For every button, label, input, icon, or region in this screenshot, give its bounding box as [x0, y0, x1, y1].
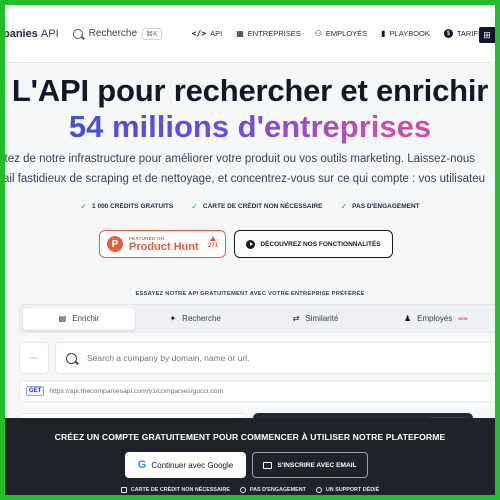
check-label: CARTE DE CRÉDIT NON NÉCESSAIRE [202, 203, 323, 210]
top-nav: panies API Recherche ⌘K </> API ▦ ENTREPRI… [5, 5, 495, 63]
swap-icon: ⇄ [292, 314, 300, 323]
company-logo-placeholder: LOGO [19, 342, 49, 374]
search-button[interactable]: Recherche ⌘K [72, 27, 162, 40]
product-hunt-badge[interactable]: P FEATURED ON Product Hunt 271 [99, 230, 226, 258]
nav-api[interactable]: </> API [192, 29, 223, 38]
code-icon: </> [191, 29, 207, 38]
signup-banner: CRÉEZ UN COMPTE GRATUITEMENT POUR COMMEN… [5, 418, 495, 495]
playground-tabs: ▤ Enrichir ✦ Recherche ⇄ Similarité ♟ Employ… [19, 304, 495, 333]
search-row: LOGO [19, 342, 495, 374]
check-item: ✓ PAS D'ENGAGEMENT [340, 202, 419, 211]
hero-description-line2: ail fastidieux de scraping et de nettoya… [5, 173, 485, 185]
nav-entreprises-label: ENTREPRISES [247, 29, 301, 38]
discover-features-button[interactable]: DÉCOUVREZ NOS FONCTIONNALITÉS [234, 230, 393, 258]
nav-tarifs[interactable]: $ TARIFS [443, 29, 483, 38]
tab-recherche[interactable]: ✦ Recherche [135, 308, 255, 330]
building-icon: ▦ [236, 29, 244, 38]
search-label: Recherche [88, 28, 138, 39]
check-label: 1 000 CRÉDITS GRATUITS [92, 203, 174, 210]
user-icon: ♟ [404, 314, 412, 323]
check-item: ✓ CARTE DE CRÉDIT NON NÉCESSAIRE [191, 202, 322, 211]
menu-icon: ⊞ [483, 29, 491, 40]
support-icon [315, 487, 322, 493]
nav-links: </> API ▦ ENTREPRISES ⚇ EMPLOYÉS ▮ PLAYBOOK … [192, 29, 483, 38]
nav-entreprises[interactable]: ▦ ENTREPRISES [236, 29, 301, 38]
check-icon: ✓ [80, 202, 88, 211]
google-signup-button[interactable]: G Continuer avec Google [125, 452, 246, 478]
banner-features: CARTE DE CRÉDIT NON NÉCESSAIRE PAS D'ENG… [5, 487, 495, 493]
logo-placeholder-text: LOGO [29, 356, 39, 360]
search-icon [72, 28, 83, 39]
tab-label: Recherche [182, 314, 221, 323]
hero-subtitle: 54 millions d'entreprises [5, 109, 495, 145]
nav-employes[interactable]: ⚇ EMPLOYÉS [315, 29, 367, 38]
logo-name: panies [5, 27, 38, 40]
upvote-count: 271 [208, 236, 218, 249]
company-search-box[interactable] [55, 342, 495, 374]
dollar-icon: $ [443, 29, 453, 38]
company-search-input[interactable] [87, 353, 387, 363]
tab-enrichir[interactable]: ▤ Enrichir [23, 307, 135, 330]
banner-feature: CARTE DE CRÉDIT NON NÉCESSAIRE [120, 487, 230, 493]
users-icon: ⚇ [314, 29, 322, 38]
tab-label: Similarité [305, 314, 339, 323]
tab-similarite[interactable]: ⇄ Similarité [255, 308, 375, 330]
logo-suffix: API [40, 27, 59, 40]
check-icon: ✓ [340, 202, 348, 211]
request-url-bar: GET https://api.thecompaniesapi.com/v1/c… [19, 380, 495, 402]
check-label: PAS D'ENGAGEMENT [352, 203, 420, 210]
google-signup-label: Continuer avec Google [151, 460, 234, 470]
request-url: https://api.thecompaniesapi.com/v1/compa… [49, 387, 224, 395]
new-badge: NEW [458, 316, 468, 321]
upvote-number: 271 [207, 243, 218, 249]
search-icon [66, 352, 77, 364]
clock-icon [239, 487, 246, 493]
product-hunt-name: Product Hunt [129, 240, 199, 253]
document-icon: ▤ [58, 314, 67, 323]
banner-feature-label: UN SUPPORT DÉDIÉ [325, 487, 380, 493]
discover-features-label: DÉCOUVREZ NOS FONCTIONNALITÉS [260, 240, 381, 248]
nav-api-label: API [210, 29, 223, 38]
tab-label: Employés [417, 314, 453, 323]
google-icon: G [137, 459, 147, 471]
hero-description-line1: itez de notre infrastructure pour amélio… [5, 153, 476, 165]
email-signup-button[interactable]: S'INSCRIRE AVEC EMAIL [252, 452, 368, 478]
signup-banner-title: CRÉEZ UN COMPTE GRATUITEMENT POUR COMMEN… [54, 432, 446, 442]
hero-checklist: ✓ 1 000 CRÉDITS GRATUITS ✓ CARTE DE CRÉDIT… [5, 202, 495, 211]
page: panies API Recherche ⌘K </> API ▦ ENTREPRI… [5, 5, 495, 495]
nav-playbook[interactable]: ▮ PLAYBOOK [381, 29, 430, 38]
tab-employes[interactable]: ♟ Employés NEW [376, 308, 495, 330]
upvote-arrow-icon [209, 236, 216, 241]
http-method-badge: GET [26, 386, 45, 396]
email-icon [263, 461, 273, 469]
nav-playbook-label: PLAYBOOK [389, 29, 430, 38]
check-icon: ✓ [191, 202, 198, 211]
nav-employes-label: EMPLOYÉS [325, 29, 368, 38]
banner-feature-label: PAS D'ENGAGEMENT [249, 487, 306, 493]
tab-label: Enrichir [72, 314, 100, 323]
sparkle-icon: ✦ [169, 314, 177, 323]
check-item: ✓ 1 000 CRÉDITS GRATUITS [80, 202, 173, 211]
menu-button[interactable]: ⊞ [479, 27, 495, 43]
logo[interactable]: panies API [5, 28, 59, 40]
credit-card-icon [120, 487, 127, 493]
search-shortcut: ⌘K [142, 27, 162, 40]
email-signup-label: S'INSCRIRE AVEC EMAIL [277, 461, 357, 469]
banner-feature-label: CARTE DE CRÉDIT NON NÉCESSAIRE [130, 487, 230, 493]
hero-title: L'API pour rechercher et enrichir [11, 73, 489, 108]
product-hunt-icon: P [107, 236, 123, 252]
book-icon: ▮ [381, 29, 386, 38]
banner-feature: PAS D'ENGAGEMENT [239, 487, 306, 493]
banner-feature: UN SUPPORT DÉDIÉ [315, 487, 380, 493]
play-icon [246, 239, 256, 249]
playground-title: ESSAYEZ NOTRE API GRATUITEMENT AVEC VOTR… [135, 291, 365, 297]
